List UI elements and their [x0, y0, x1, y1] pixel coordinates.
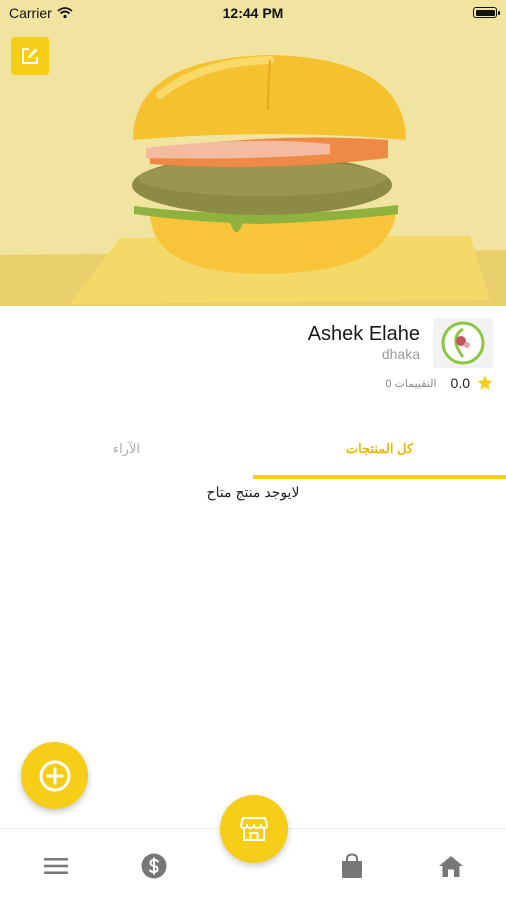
- store-tabs: الآراء كل المنتجات: [0, 431, 506, 479]
- battery-fill: [475, 9, 495, 16]
- edit-button[interactable]: [11, 37, 49, 75]
- home-icon: [439, 856, 463, 877]
- store-location: dhaka: [381, 346, 420, 362]
- battery-icon: [473, 7, 500, 18]
- star-icon: [477, 375, 493, 390]
- rating-row: 0 التقييمات 0.0: [385, 374, 494, 392]
- store-logo: [433, 318, 493, 368]
- edit-icon: [22, 48, 38, 64]
- active-tab-indicator: [253, 475, 506, 479]
- nav-home-button[interactable]: [431, 851, 471, 881]
- rating-value: 0.0: [450, 375, 470, 391]
- rating-count: 0 التقييمات: [385, 377, 437, 390]
- bag-icon: [342, 853, 362, 878]
- nav-menu-button[interactable]: [36, 851, 76, 881]
- store-name: Ashek Elahe: [307, 323, 420, 345]
- add-product-button[interactable]: [21, 742, 88, 809]
- status-time: 12:44 PM: [222, 5, 284, 21]
- menu-icon: [44, 858, 68, 874]
- tab-reviews[interactable]: الآراء: [0, 431, 253, 479]
- tab-all-products[interactable]: كل المنتجات: [253, 431, 506, 479]
- plus-circle-icon: [39, 760, 70, 791]
- dollar-icon: [141, 853, 167, 879]
- nav-orders-button[interactable]: [332, 851, 372, 881]
- nav-store-button[interactable]: [220, 795, 288, 863]
- nav-earnings-button[interactable]: [134, 851, 174, 881]
- empty-products-message: لايوجد منتج متاح: [206, 484, 300, 500]
- hero-burger-image: [0, 0, 506, 306]
- store-logo-image: [441, 321, 485, 365]
- store-icon: [240, 817, 268, 841]
- burger-illustration: [0, 0, 506, 306]
- status-bar: Carrier 12:44 PM: [0, 0, 506, 26]
